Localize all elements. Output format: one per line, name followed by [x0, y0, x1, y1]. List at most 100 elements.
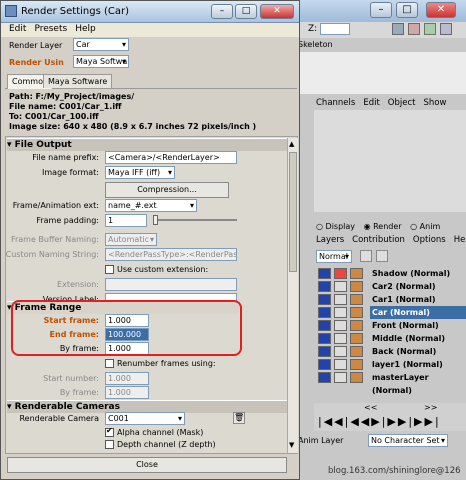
close-window-button[interactable]: ✕	[426, 2, 456, 18]
scroll-thumb[interactable]	[289, 152, 297, 272]
menu-contribution[interactable]: Contribution	[352, 235, 405, 245]
new-layer-icon[interactable]	[360, 250, 372, 262]
file-name-prefix-input[interactable]: <Camera>/<RenderLayer>	[105, 151, 237, 164]
render-settings-icon[interactable]	[350, 372, 363, 383]
playback-buttons[interactable]: |◀◀|◀◀▶|▶▶|▶▶|	[318, 415, 441, 428]
maximize-button[interactable]: □	[396, 2, 418, 18]
render-icon[interactable]	[318, 307, 331, 318]
close-button[interactable]: Close	[7, 457, 287, 473]
menu-channels[interactable]: Channels	[316, 98, 355, 108]
menu-help[interactable]: Help	[454, 235, 466, 245]
character-set-dropdown[interactable]: No Character Set	[368, 434, 448, 447]
by-frame2-input[interactable]: 1.000	[105, 386, 149, 399]
menu-edit[interactable]: Edit	[363, 98, 379, 108]
alpha-channel-checkbox[interactable]	[105, 426, 114, 437]
recycle-icon[interactable]	[334, 346, 347, 357]
maximize-button[interactable]: □	[235, 4, 257, 19]
recycle-icon[interactable]	[334, 281, 347, 292]
render-settings-icon[interactable]	[350, 359, 363, 370]
start-number-input[interactable]: 1.000	[105, 372, 149, 385]
recycle-icon[interactable]	[334, 268, 347, 279]
minimize-button[interactable]: –	[370, 2, 392, 18]
buffer-naming-dropdown[interactable]: Automatic	[105, 233, 157, 246]
radio-display[interactable]: ○	[316, 222, 326, 231]
render-settings-icon[interactable]	[350, 307, 363, 318]
render-icon[interactable]	[318, 320, 331, 331]
layer-row[interactable]: Shadow (Normal)	[318, 267, 466, 280]
render-icon[interactable]	[318, 268, 331, 279]
layer-row[interactable]: Front (Normal)	[318, 319, 466, 332]
recycle-icon[interactable]	[334, 372, 347, 383]
menu-help[interactable]: Help	[75, 24, 96, 34]
close-icon[interactable]: ✕	[260, 4, 294, 19]
toolbar-icon-4[interactable]	[440, 23, 452, 35]
frame-padding-input[interactable]: 1	[105, 214, 147, 227]
shelf-area	[290, 52, 466, 94]
blend-mode-dropdown[interactable]: Normal	[316, 250, 352, 263]
menu-layers[interactable]: Layers	[316, 235, 344, 245]
render-settings-icon[interactable]	[350, 281, 363, 292]
radio-render[interactable]: ◉	[364, 222, 374, 231]
render-icon[interactable]	[318, 346, 331, 357]
slider-handle[interactable]	[153, 215, 158, 225]
render-using-dropdown[interactable]: Maya Software	[73, 55, 129, 68]
render-icon[interactable]	[318, 281, 331, 292]
use-custom-ext-checkbox[interactable]	[105, 265, 114, 274]
recycle-icon[interactable]	[334, 333, 347, 344]
custom-naming-input[interactable]: <RenderPassType>:<RenderPass>.<Car	[105, 248, 237, 261]
render-settings-icon[interactable]	[350, 320, 363, 331]
recycle-icon[interactable]	[334, 294, 347, 305]
layer-row[interactable]: Car1 (Normal)	[318, 293, 466, 306]
radio-anim[interactable]: ○	[410, 222, 420, 231]
menu-edit[interactable]: Edit	[9, 24, 26, 34]
layer-row-selected[interactable]: Car (Normal)	[318, 306, 466, 319]
menu-presets[interactable]: Presets	[34, 24, 67, 34]
menu-options[interactable]: Options	[413, 235, 446, 245]
recycle-icon[interactable]	[334, 307, 347, 318]
minimize-button[interactable]: –	[211, 4, 233, 19]
scroll-up-icon[interactable]: ▲	[289, 140, 297, 148]
render-icon[interactable]	[318, 372, 331, 383]
new-layer-selected-icon[interactable]	[376, 250, 388, 262]
frame-ext-dropdown[interactable]: name_#.ext	[105, 199, 197, 212]
recycle-icon[interactable]	[334, 320, 347, 331]
file-output-header[interactable]: ▾ File Output	[7, 138, 287, 151]
menu-object[interactable]: Object	[388, 98, 416, 108]
render-layer-dropdown[interactable]: Car	[73, 38, 129, 51]
delete-camera-icon[interactable]: 🗑	[233, 412, 245, 424]
recycle-icon[interactable]	[334, 359, 347, 370]
extension-input[interactable]	[105, 278, 237, 291]
compression-button[interactable]: Compression...	[105, 182, 229, 198]
toolbar-icon-2[interactable]	[408, 23, 420, 35]
custom-naming-label: Custom Naming String:	[5, 250, 99, 259]
render-settings-icon[interactable]	[350, 268, 363, 279]
vertical-scrollbar[interactable]: ▲ ▼	[287, 138, 298, 453]
z-field[interactable]	[320, 23, 350, 35]
layer-row[interactable]: layer1 (Normal)	[318, 358, 466, 371]
image-format-dropdown[interactable]: Maya IFF (iff)	[105, 166, 175, 179]
render-settings-icon[interactable]	[350, 294, 363, 305]
toolbar-icon-3[interactable]	[424, 23, 436, 35]
layer-row[interactable]: Middle (Normal)	[318, 332, 466, 345]
collapse-arrow-icon: ▾	[7, 402, 15, 412]
depth-channel-checkbox[interactable]	[105, 440, 114, 449]
render-icon[interactable]	[318, 359, 331, 370]
frame-padding-slider[interactable]	[153, 219, 237, 221]
scroll-down-icon[interactable]: ▼	[289, 441, 297, 449]
render-settings-icon[interactable]	[350, 346, 363, 357]
render-icon[interactable]	[318, 294, 331, 305]
render-settings-icon[interactable]	[350, 333, 363, 344]
render-icon[interactable]	[318, 333, 331, 344]
tab-maya-software[interactable]: Maya Software	[43, 74, 113, 88]
renumber-frames-checkbox[interactable]	[105, 359, 114, 368]
menu-show[interactable]: Show	[423, 98, 446, 108]
step-forward-arrows[interactable]: >>	[424, 403, 437, 412]
dialog-title-bar[interactable]: Render Settings (Car) – □ ✕	[1, 1, 299, 23]
skeleton-tab[interactable]: Skeleton	[298, 40, 333, 49]
renderable-camera-dropdown[interactable]: C001	[105, 412, 185, 425]
toolbar-icon-1[interactable]	[392, 23, 404, 35]
layer-row[interactable]: masterLayer (Normal)	[318, 371, 466, 395]
layer-row[interactable]: Car2 (Normal)	[318, 280, 466, 293]
layer-row[interactable]: Back (Normal)	[318, 345, 466, 358]
step-back-arrows[interactable]: <<	[364, 403, 377, 412]
